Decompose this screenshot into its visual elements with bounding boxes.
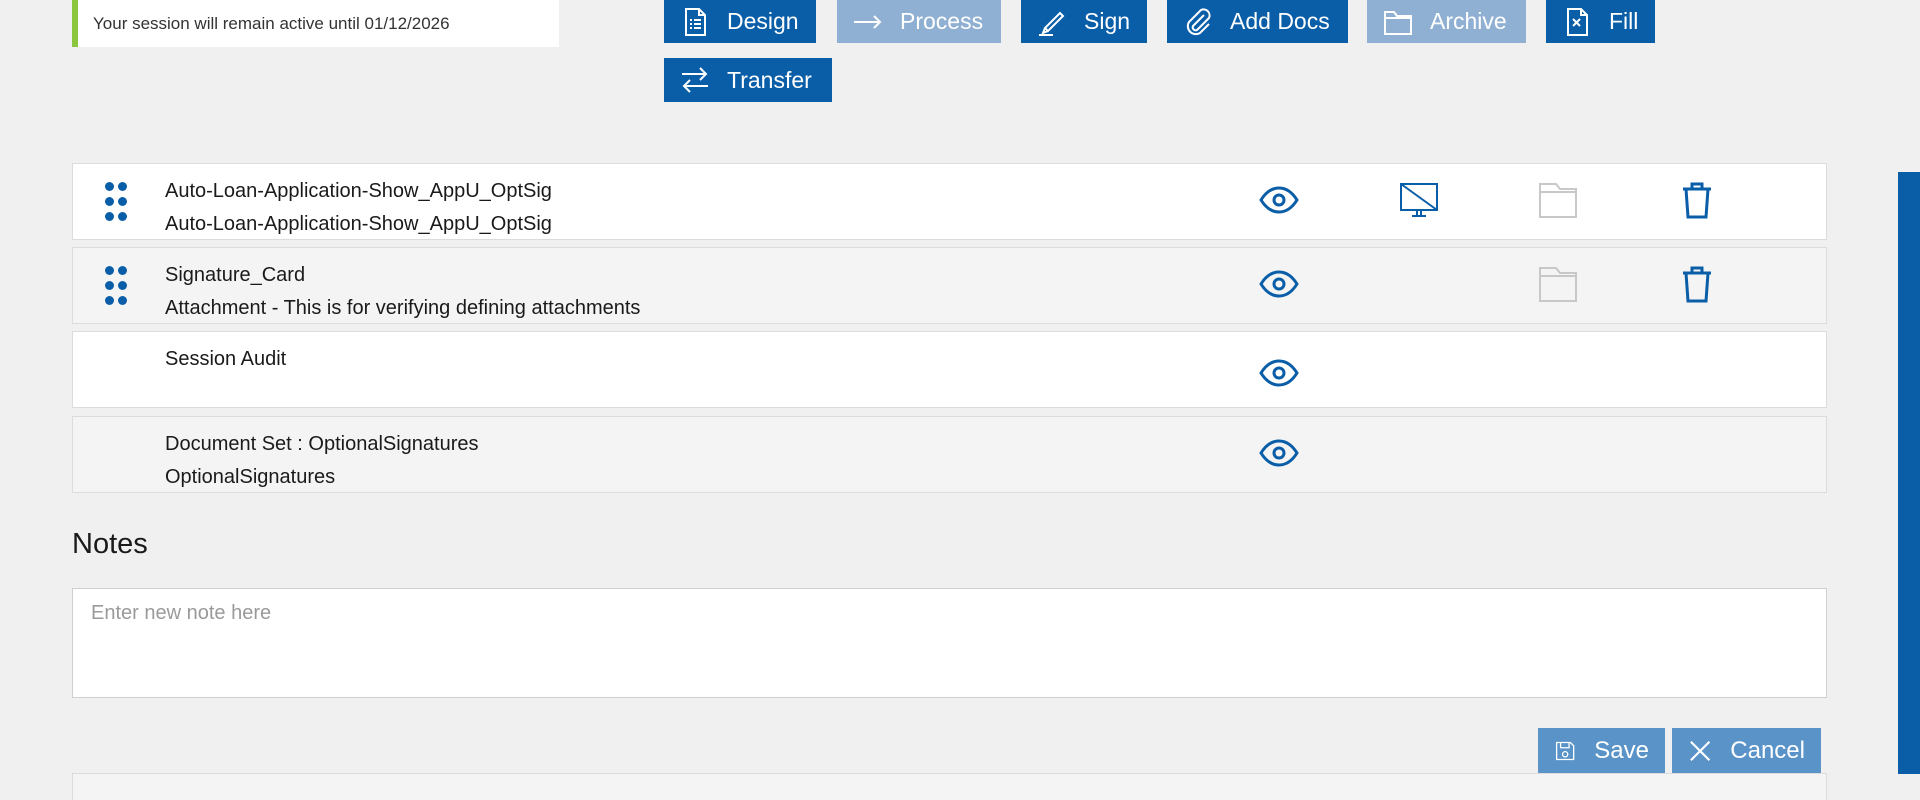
process-label: Process [900, 8, 984, 34]
notes-input[interactable] [72, 588, 1827, 698]
document-subtitle: Auto-Loan-Application-Show_AppU_OptSig [165, 213, 552, 235]
transfer-label: Transfer [727, 66, 812, 93]
add-docs-label: Add Docs [1230, 8, 1330, 34]
monitor-disabled-icon[interactable] [1398, 179, 1440, 221]
document-title: Session Audit [165, 348, 287, 370]
cancel-label: Cancel [1730, 737, 1805, 764]
sign-label: Sign [1084, 8, 1131, 34]
folder-icon [1537, 263, 1579, 305]
document-row[interactable]: Signature_Card Attachment - This is for … [72, 247, 1827, 324]
archive-label: Archive [1430, 8, 1507, 34]
add-docs-button[interactable]: Add Docs [1167, 0, 1348, 43]
document-row[interactable]: Session Audit [72, 331, 1827, 408]
process-button[interactable]: Process [837, 0, 1001, 43]
document-subtitle: OptionalSignatures [165, 466, 336, 488]
folder-icon [1537, 179, 1579, 221]
document-text: Document Set : OptionalSignatures Option… [165, 428, 479, 494]
document-title: Auto-Loan-Application-Show_AppU_OptSig [165, 180, 552, 202]
side-scrollbar[interactable] [1898, 172, 1920, 774]
view-icon[interactable] [1258, 179, 1300, 221]
document-text: Session Audit [165, 343, 286, 376]
save-icon [1555, 741, 1575, 761]
paperclip-icon [1186, 7, 1211, 35]
document-row[interactable]: Document Set : OptionalSignatures Option… [72, 416, 1827, 493]
delete-icon[interactable] [1676, 263, 1718, 305]
archive-button[interactable]: Archive [1367, 0, 1526, 43]
view-icon[interactable] [1258, 432, 1300, 474]
fill-button[interactable]: Fill [1546, 0, 1655, 43]
session-status: Your session will remain active until 01… [72, 0, 559, 47]
document-title: Signature_Card [165, 264, 306, 286]
close-icon [1690, 740, 1711, 762]
pen-sign-icon [1039, 11, 1065, 36]
document-row[interactable]: Auto-Loan-Application-Show_AppU_OptSig A… [72, 163, 1827, 240]
form-fill-icon [1567, 7, 1588, 36]
view-icon[interactable] [1258, 352, 1300, 394]
save-button[interactable]: Save [1538, 728, 1665, 774]
design-button[interactable]: Design [664, 0, 816, 43]
document-title: Document Set : OptionalSignatures [165, 433, 479, 455]
drag-handle-icon[interactable] [101, 182, 129, 222]
design-label: Design [727, 8, 799, 34]
sign-button[interactable]: Sign [1021, 0, 1147, 43]
bottom-panel [72, 773, 1827, 800]
document-subtitle: Attachment - This is for verifying defin… [165, 297, 641, 319]
fill-label: Fill [1609, 8, 1639, 34]
view-icon[interactable] [1258, 263, 1300, 305]
session-message: Your session will remain active until 01… [93, 13, 450, 33]
cancel-button[interactable]: Cancel [1672, 728, 1821, 774]
transfer-button[interactable]: Transfer [664, 58, 832, 102]
notes-heading: Notes [72, 528, 148, 560]
document-text: Signature_Card Attachment - This is for … [165, 259, 640, 325]
arrow-right-icon [854, 14, 882, 29]
document-list-icon [685, 7, 706, 36]
transfer-arrows-icon [682, 67, 708, 93]
document-text: Auto-Loan-Application-Show_AppU_OptSig A… [165, 175, 552, 241]
delete-icon[interactable] [1676, 179, 1718, 221]
folder-icon [1384, 10, 1412, 35]
drag-handle-icon[interactable] [101, 266, 129, 306]
save-label: Save [1594, 737, 1649, 764]
